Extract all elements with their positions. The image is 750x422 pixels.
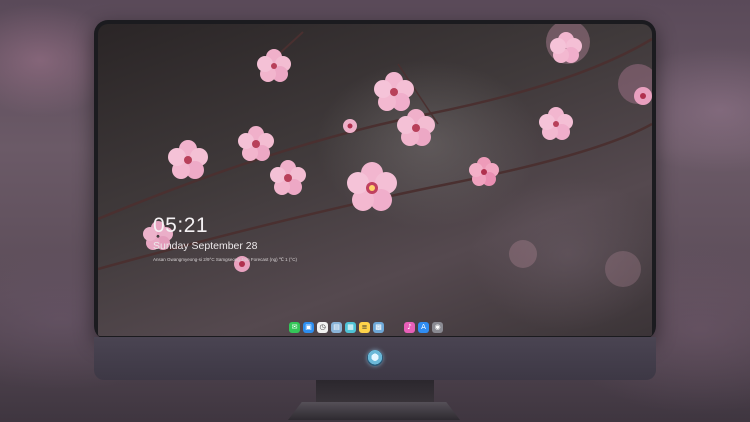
camera-app-icon[interactable]: ◉: [432, 321, 443, 333]
appstore-app-icon[interactable]: A: [418, 321, 429, 333]
itunes-app-icon[interactable]: ♪: [404, 321, 415, 333]
finalcut-app-icon[interactable]: ▦: [345, 321, 356, 333]
lock-date: Sunday September 28: [153, 240, 258, 252]
clock-app-icon[interactable]: ◷: [317, 321, 328, 333]
blossom-large: [347, 162, 397, 211]
cherry-blossom-wallpaper: [98, 24, 652, 287]
weather-info: Ansan Gwangmyeong-si 2/9°C Samgseong Jam…: [153, 257, 297, 262]
monitor-logo-icon: [367, 350, 383, 366]
messages-app-icon[interactable]: ✉: [289, 321, 300, 333]
finder-app-icon[interactable]: ▣: [303, 321, 314, 333]
notes-app-icon[interactable]: ≡: [359, 321, 370, 333]
preview-app-icon[interactable]: ▤: [331, 321, 342, 333]
monitor-stand-base: [288, 402, 460, 420]
desktop-screen: 05:21 Sunday September 28 Ansan Gwangmye…: [98, 24, 652, 336]
photos-app-icon[interactable]: ▩: [373, 321, 384, 333]
monitor-frame: 05:21 Sunday September 28 Ansan Gwangmye…: [94, 20, 656, 340]
lock-clock: 05:21: [153, 214, 209, 237]
dock: ✉ ▣ ◷ ▤ ▦ ≡ ▩ ♪ A ◉: [289, 320, 443, 334]
